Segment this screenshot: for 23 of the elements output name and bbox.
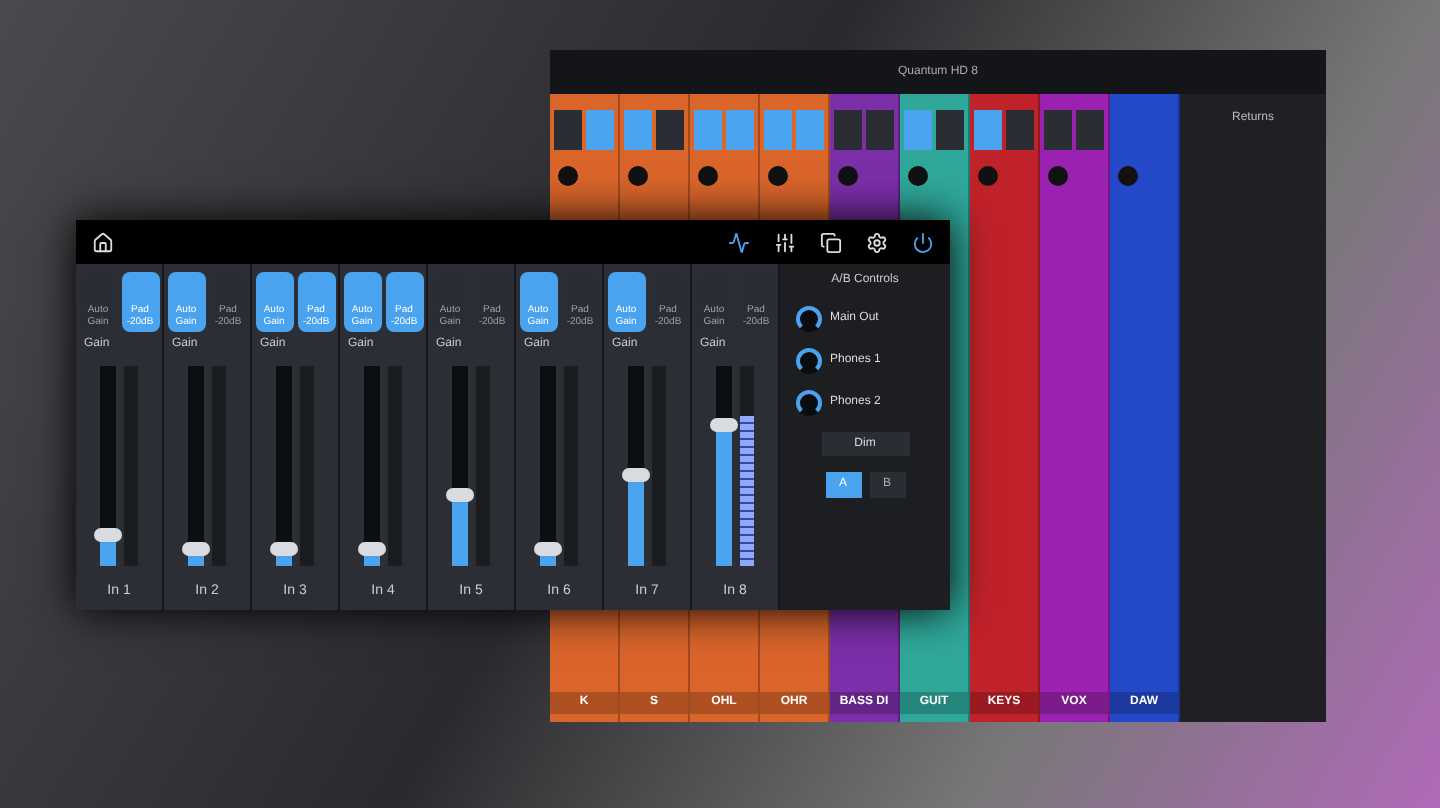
settings-icon[interactable]	[866, 231, 888, 253]
knob-icon[interactable]	[796, 306, 822, 332]
fader-thumb[interactable]	[182, 542, 210, 556]
fader-thumb[interactable]	[622, 468, 650, 482]
knob-icon[interactable]	[558, 166, 578, 186]
fader-thumb[interactable]	[358, 542, 386, 556]
knob-icon[interactable]	[978, 166, 998, 186]
mixer-icon[interactable]	[774, 231, 796, 253]
fader-thumb[interactable]	[94, 528, 122, 542]
knob-icon[interactable]	[908, 166, 928, 186]
fader-thumb[interactable]	[534, 542, 562, 556]
knob-icon[interactable]	[628, 166, 648, 186]
copy-icon[interactable]	[820, 231, 842, 253]
fader-thumb[interactable]	[710, 418, 738, 432]
home-icon[interactable]	[92, 231, 114, 253]
knob-icon[interactable]	[698, 166, 718, 186]
meter-icon[interactable]	[728, 231, 750, 253]
fader-thumb[interactable]	[270, 542, 298, 556]
fader-thumb[interactable]	[446, 488, 474, 502]
power-icon[interactable]	[912, 231, 934, 253]
knob-icon[interactable]	[796, 348, 822, 374]
knob-icon[interactable]	[768, 166, 788, 186]
knob-icon[interactable]	[796, 390, 822, 416]
